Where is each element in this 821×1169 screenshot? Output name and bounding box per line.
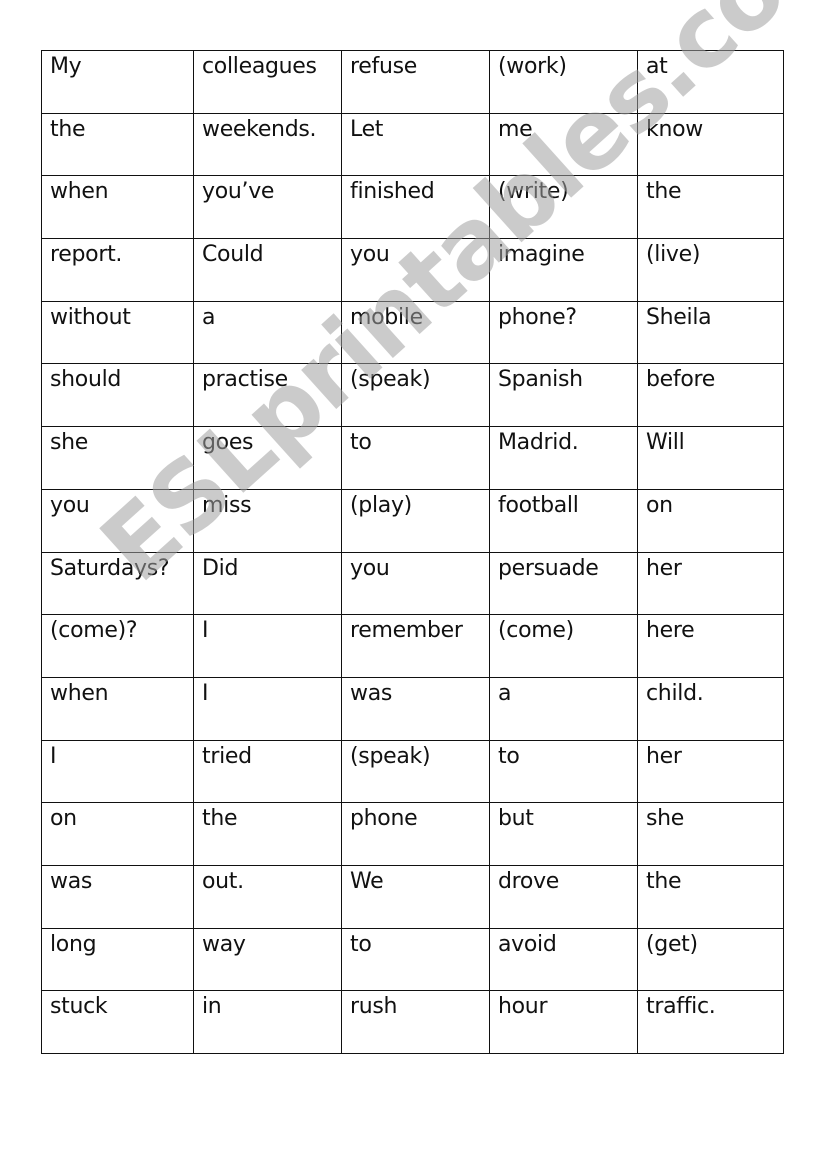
- table-row: the weekends. Let me know: [41, 112, 784, 177]
- word-card: long: [41, 927, 194, 992]
- word-card: miss: [193, 488, 342, 553]
- word-card: but: [489, 802, 638, 866]
- word-card: on: [41, 802, 194, 866]
- word-card: mobile: [341, 300, 490, 365]
- word-card: football: [489, 488, 638, 553]
- word-card: report.: [41, 238, 194, 302]
- word-card: (play): [341, 488, 490, 553]
- table-row: you miss (play) football on: [41, 488, 784, 553]
- word-card: finished: [341, 175, 490, 240]
- word-card: rush: [341, 990, 490, 1054]
- word-card: hour: [489, 990, 638, 1054]
- word-card: Saturdays?: [41, 551, 194, 616]
- word-card: (work): [489, 50, 638, 114]
- word-card: (speak): [341, 739, 490, 804]
- word-card: colleagues: [193, 50, 342, 114]
- word-card: a: [193, 300, 342, 365]
- word-card: the: [193, 802, 342, 866]
- word-card: I: [41, 739, 194, 804]
- word-card: at: [637, 50, 784, 114]
- word-card: on: [637, 488, 784, 553]
- table-row: was out. We drove the: [41, 864, 784, 929]
- word-card: before: [637, 363, 784, 428]
- table-row: when Iwas a child.: [41, 676, 784, 741]
- word-card: tried: [193, 739, 342, 804]
- word-card: Sheila: [637, 300, 784, 365]
- word-card: avoid: [489, 927, 638, 992]
- word-card: remember: [341, 614, 490, 678]
- word-cards-body: My colleagues refuse (work) at the weekends. Le…: [41, 50, 784, 1054]
- word-card: (come)?: [41, 614, 194, 678]
- word-card: imagine: [489, 238, 638, 302]
- word-card: traffic.: [637, 990, 784, 1054]
- word-card: you: [41, 488, 194, 553]
- word-card: Could: [193, 238, 342, 302]
- table-row: long way to avoid (get): [41, 927, 784, 992]
- word-card: to: [489, 739, 638, 804]
- word-card: child.: [637, 676, 784, 741]
- word-card: the: [41, 112, 194, 177]
- word-card: her: [637, 551, 784, 616]
- table-row: should practise (speak) Spanish before: [41, 363, 784, 428]
- word-card: weekends.: [193, 112, 342, 177]
- word-card: persuade: [489, 551, 638, 616]
- word-card: the: [637, 175, 784, 240]
- table-row: when you’ve finished (write) the: [41, 175, 784, 240]
- word-card: to: [341, 927, 490, 992]
- word-card: was: [341, 676, 490, 741]
- table-row: without a mobile phone? Sheila: [41, 300, 784, 365]
- word-card: was: [41, 864, 194, 929]
- word-card: I: [193, 676, 342, 741]
- word-card: phone?: [489, 300, 638, 365]
- table-row: report. Could you imagine (live): [41, 238, 784, 302]
- word-card: (get): [637, 927, 784, 992]
- word-card: out.: [193, 864, 342, 929]
- table-row: she goes to Madrid. Will: [41, 426, 784, 490]
- word-card: Madrid.: [489, 426, 638, 490]
- word-card: practise: [193, 363, 342, 428]
- word-card: refuse: [341, 50, 490, 114]
- word-card: the: [637, 864, 784, 929]
- word-card: she: [41, 426, 194, 490]
- word-card: when: [41, 175, 194, 240]
- word-card: My: [41, 50, 194, 114]
- word-card: me: [489, 112, 638, 177]
- word-card: phone: [341, 802, 490, 866]
- word-card: in: [193, 990, 342, 1054]
- word-card: goes: [193, 426, 342, 490]
- word-card: should: [41, 363, 194, 428]
- table-row: Saturdays? Did you persuade her: [41, 551, 784, 616]
- word-card: drove: [489, 864, 638, 929]
- word-card: Let: [341, 112, 490, 177]
- word-card: you’ve: [193, 175, 342, 240]
- word-card: Spanish: [489, 363, 638, 428]
- word-card: (come): [489, 614, 638, 678]
- word-card: her: [637, 739, 784, 804]
- word-card: without: [41, 300, 194, 365]
- table-row: Itried (speak) to her: [41, 739, 784, 804]
- table-row: My colleagues refuse (work) at: [41, 50, 784, 114]
- word-card: she: [637, 802, 784, 866]
- word-card: Will: [637, 426, 784, 490]
- word-card: you: [341, 238, 490, 302]
- word-card: (write): [489, 175, 638, 240]
- table-row: stuck in rush hour traffic.: [41, 990, 784, 1054]
- word-card: We: [341, 864, 490, 929]
- word-card: way: [193, 927, 342, 992]
- word-card: when: [41, 676, 194, 741]
- word-card: to: [341, 426, 490, 490]
- table-row: on the phone but she: [41, 802, 784, 866]
- word-card: you: [341, 551, 490, 616]
- word-cards-table: My colleagues refuse (work) at the weekends. Le…: [41, 50, 784, 1054]
- word-card: Did: [193, 551, 342, 616]
- word-card: (speak): [341, 363, 490, 428]
- word-card: here: [637, 614, 784, 678]
- word-card: stuck: [41, 990, 194, 1054]
- word-card: know: [637, 112, 784, 177]
- word-card: I: [193, 614, 342, 678]
- word-card: a: [489, 676, 638, 741]
- table-row: (come)? Iremember (come) here: [41, 614, 784, 678]
- word-card: (live): [637, 238, 784, 302]
